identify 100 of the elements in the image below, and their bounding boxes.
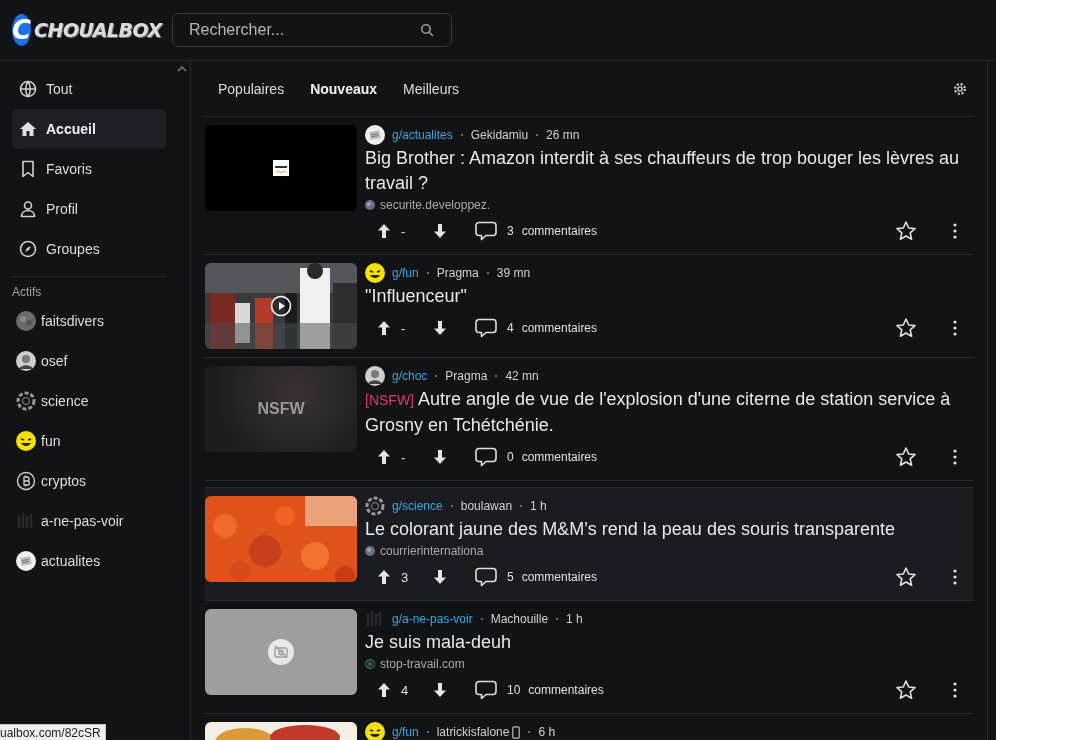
x-icon [365,658,375,669]
author-name[interactable]: boulawan [460,499,513,513]
status-url: ualbox.com/82cSR [0,726,101,740]
comment-icon [475,680,497,700]
group-item[interactable]: a-ne-pas-voir [12,501,166,541]
favorite-button[interactable] [895,220,917,242]
comment-icon [475,318,497,338]
comment-count: 10 [507,683,521,697]
comment-count: 0 [507,450,514,464]
sidebar-item[interactable]: Profil [12,189,166,229]
logo-icon[interactable]: C [12,14,32,46]
sidebar-item[interactable]: Favoris [12,149,166,189]
star-icon [895,566,917,588]
group-link[interactable]: g/fun [392,725,419,739]
source-link[interactable]: courrierinternationa [380,543,484,558]
upvote-button[interactable] [377,682,391,698]
avatar-icon [16,311,36,331]
vote-count: - [400,223,407,239]
no-image-icon [268,639,294,665]
comments-link[interactable]: 10 commentaires [475,680,604,700]
group-link[interactable]: g/a-ne-pas-voir [392,612,473,626]
group-link[interactable]: g/actualites [392,128,453,142]
group-item[interactable]: science [12,381,166,421]
post-time: 26 mn [546,128,580,142]
author-name[interactable]: Gekidamiu [470,128,529,142]
more-icon [953,223,957,239]
author-name[interactable]: Pragma [445,369,488,383]
comments-link[interactable]: 4 commentaires [475,318,598,338]
downvote-button[interactable] [433,682,447,698]
favorite-button[interactable] [895,566,917,588]
logo-text[interactable]: CHOUALBOX [34,19,162,41]
more-icon [953,449,957,465]
more-button[interactable] [953,682,957,698]
sidebar-item[interactable]: Tout [12,69,166,109]
comments-link[interactable]: 5 commentaires [475,567,598,587]
avatar-icon [16,351,36,371]
newspaper-icon [365,125,385,145]
play-icon [270,295,292,317]
favorite-button[interactable] [895,317,917,339]
search-icon [420,23,434,37]
upvote-button[interactable] [377,320,391,336]
group-link[interactable]: g/choc [392,369,428,383]
more-button[interactable] [953,223,957,239]
downvote-button[interactable] [433,569,447,585]
section-heading: Actifs [12,285,43,299]
arrow-down-icon [433,320,447,336]
source-link[interactable]: securite.developpez. [380,197,491,212]
smiley-icon [16,431,36,451]
arrow-up-icon [377,682,391,698]
star-icon [895,446,917,468]
search-field[interactable]: Rechercher... [172,13,452,47]
group-item[interactable]: actualites [12,541,166,581]
favorite-button[interactable] [895,679,917,701]
thumbnail[interactable] [205,609,357,695]
upvote-button[interactable] [377,569,391,585]
more-button[interactable] [953,449,957,465]
downvote-button[interactable] [433,449,447,465]
post-time: 1 h [566,612,583,626]
upvote-button[interactable] [377,223,391,239]
author-name[interactable]: Pragma [436,266,479,280]
post-title[interactable]: [NSFW] Autre angle de vue de l'explosion d'une citerne de station service à Grosny en Tchétchénie. [365,387,973,438]
post-title[interactable]: Big Brother : Amazon interdit à ses chauffeurs de trop bouger les lèvres au travail ? [365,146,973,196]
post-title[interactable]: Je suis mala-deuh [365,630,973,655]
arrow-up-icon [377,449,391,465]
thumbnail[interactable]: NSFW [205,366,357,452]
sidebar-item[interactable]: Accueil [12,109,166,149]
comments-link[interactable]: 3 commentaires [475,221,598,241]
more-button[interactable] [953,320,957,336]
globe-icon [18,79,38,99]
comment-count: 4 [507,321,514,335]
downvote-button[interactable] [433,223,447,239]
post-title[interactable]: Le colorant jaune des M&M’s rend la peau des souris transparente [365,517,973,542]
arrow-up-icon [377,223,391,239]
source-link[interactable]: stop-travail.com [380,656,465,671]
group-item[interactable]: fun [12,421,166,461]
comments-label: commentaires [521,224,598,238]
group-link[interactable]: g/science [392,499,443,513]
downvote-button[interactable] [433,320,447,336]
vote-count: - [400,320,407,336]
post-time: 42 mn [505,369,539,383]
tab[interactable]: Populaires [205,68,298,109]
group-item[interactable]: osef [12,341,166,381]
more-button[interactable] [953,569,957,585]
tab[interactable]: Meilleurs [390,68,473,109]
group-item[interactable]: cryptos [12,461,166,501]
favorite-button[interactable] [895,446,917,468]
more-icon [953,682,957,698]
tab[interactable]: Nouveaux [297,68,391,109]
comments-link[interactable]: 0 commentaires [475,447,598,467]
smiley-icon [365,722,385,740]
sidebar-item[interactable]: Groupes [12,229,166,269]
post-time: 6 h [538,725,556,739]
group-item[interactable]: faitsdivers [12,301,166,341]
upvote-button[interactable] [377,449,391,465]
settings-button[interactable] [953,81,967,96]
author-name[interactable]: Machouille [490,612,549,626]
author-name[interactable]: latrickisfalone [436,725,510,739]
post-title[interactable]: "Influenceur" [365,284,973,309]
comments-label: commentaires [521,570,598,584]
group-link[interactable]: g/fun [392,266,419,280]
